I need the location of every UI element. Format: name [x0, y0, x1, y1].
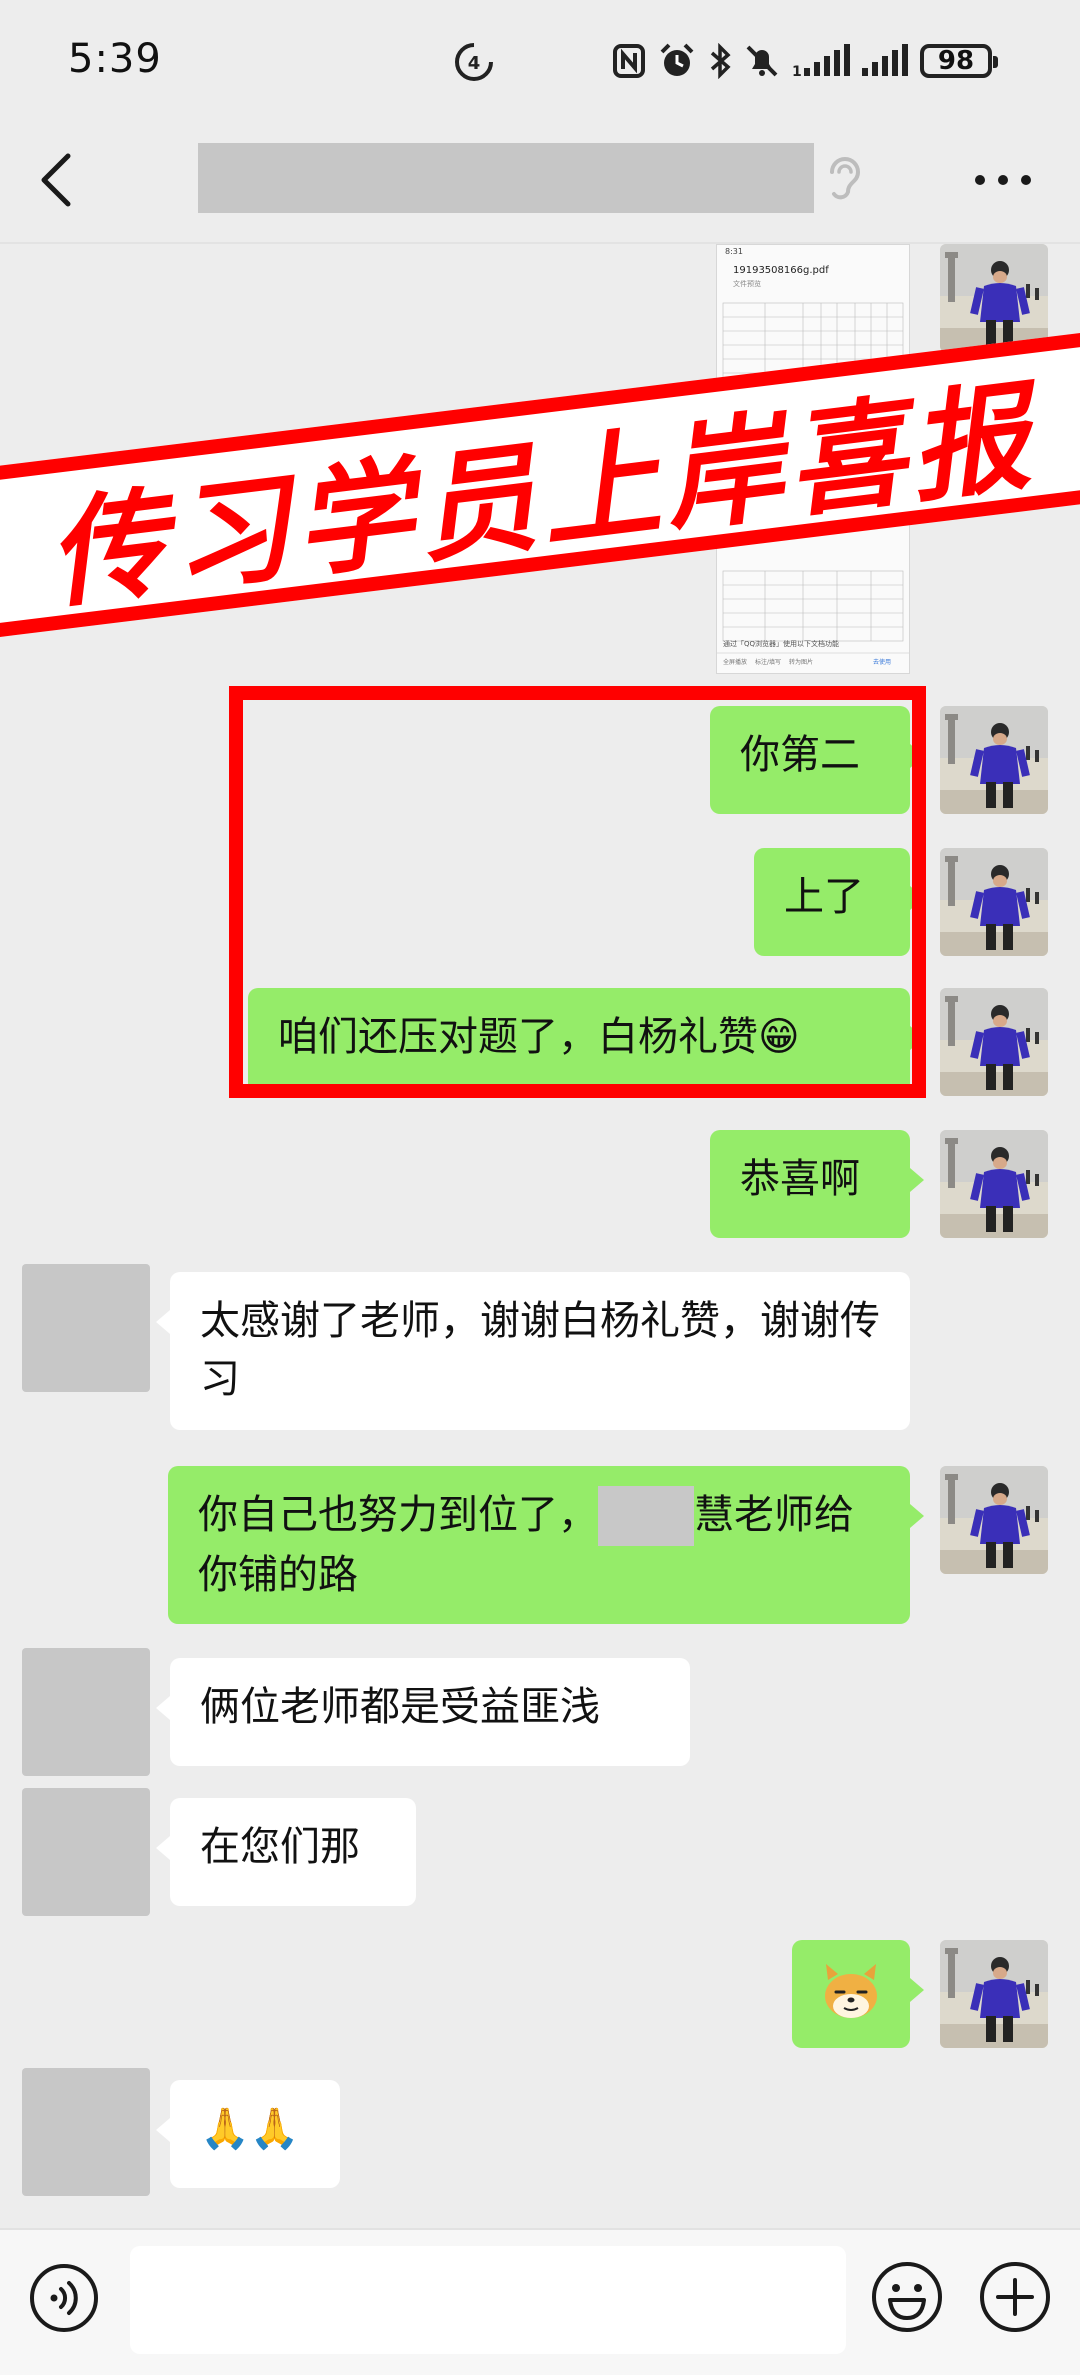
pdf-action-annotate: 标注/填写 — [755, 659, 782, 666]
more-functions-button[interactable] — [978, 2260, 1052, 2334]
my-avatar[interactable] — [940, 706, 1048, 814]
alarm-icon — [660, 43, 694, 76]
signal-2-icon — [862, 44, 908, 76]
message-text-part-1: 你自己也努力到位了， — [198, 1492, 598, 1538]
message-bubble-other[interactable]: 俩位老师都是受益匪浅 — [156, 1658, 690, 1766]
message-bubble-mine[interactable]: 你自己也努力到位了， 慧老师给你铺的路 — [168, 1466, 924, 1624]
promo-banner: 传习学员上岸喜报 — [0, 331, 1080, 639]
my-avatar[interactable] — [940, 1940, 1048, 2048]
contact-avatar-redacted[interactable] — [22, 1648, 150, 1776]
message-bubble-other[interactable]: 太感谢了老师，谢谢白杨礼赞，谢谢传习 — [156, 1272, 910, 1430]
contact-avatar-redacted[interactable] — [22, 2068, 150, 2196]
earpiece-mode-icon[interactable] — [824, 152, 866, 206]
message-bubble-other[interactable]: 🙏🙏 — [156, 2080, 340, 2188]
message-bubble-other[interactable]: 在您们那 — [156, 1798, 416, 1906]
status-time: 5:39 — [68, 36, 162, 82]
emoji-button[interactable] — [870, 2260, 944, 2334]
svg-text:1: 1 — [792, 64, 802, 78]
nfc-icon — [613, 44, 645, 78]
battery-indicator: 98 — [920, 44, 998, 78]
pdf-action-fullscreen: 全屏播放 — [723, 659, 748, 666]
back-button[interactable] — [30, 150, 86, 210]
pdf-subtitle: 文件预览 — [733, 280, 761, 288]
pdf-other-action: 去使用 — [873, 659, 892, 666]
status-icons: 1 98 — [612, 38, 998, 84]
contact-avatar-redacted[interactable] — [22, 1264, 150, 1392]
message-bubble-mine-sticker[interactable] — [792, 1940, 924, 2048]
my-avatar[interactable] — [940, 1130, 1048, 1238]
svg-text:4: 4 — [468, 53, 481, 74]
message-input[interactable] — [130, 2246, 846, 2354]
my-avatar[interactable] — [940, 1466, 1048, 1574]
highlight-frame — [229, 686, 926, 1098]
my-avatar[interactable] — [940, 848, 1048, 956]
pdf-action-to-image: 转为图片 — [789, 659, 814, 666]
data-saver-icon: 4 — [455, 43, 493, 81]
my-avatar[interactable] — [940, 988, 1048, 1096]
pdf-actions: 全屏播放 标注/填写 转为图片 — [723, 657, 813, 666]
message-bubble-mine[interactable]: 恭喜啊 — [710, 1130, 924, 1238]
more-options-button[interactable] — [968, 160, 1038, 200]
my-avatar[interactable] — [940, 244, 1048, 352]
bluetooth-icon — [710, 43, 731, 79]
header-divider — [0, 242, 1080, 244]
voice-input-button[interactable] — [28, 2262, 100, 2334]
chat-title-redacted — [198, 143, 814, 213]
pdf-footer-text: 通过「QQ浏览器」使用以下文档功能 — [723, 640, 840, 648]
pdf-file-name: 19193508166g.pdf — [733, 265, 829, 276]
shiba-doge-emoji-icon — [825, 1964, 877, 2018]
redacted-name-block — [598, 1486, 694, 1546]
pdf-status-time: 8:31 — [725, 247, 743, 256]
mute-bell-icon — [746, 45, 778, 77]
signal-1-icon: 1 — [792, 44, 850, 78]
contact-avatar-redacted[interactable] — [22, 1788, 150, 1916]
